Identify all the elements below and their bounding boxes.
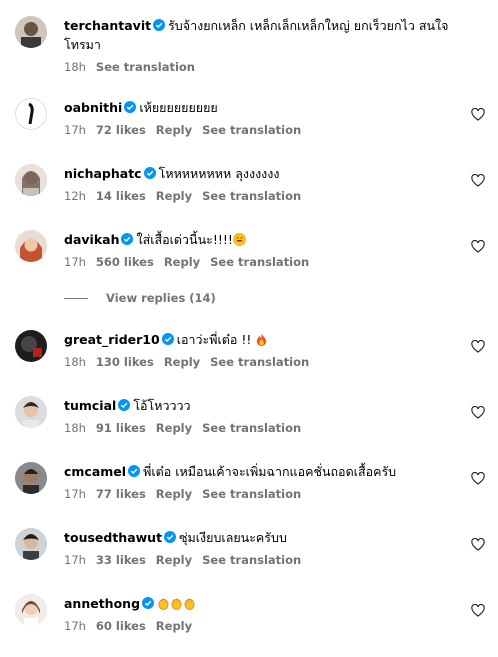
verified-badge-icon [121,233,134,245]
verified-badge-icon [143,167,156,179]
view-replies-label: View replies (14) [106,291,216,305]
heart-icon[interactable] [471,108,485,121]
timestamp: 17h [64,553,86,567]
clap-emoji-group [157,596,196,611]
reply-button[interactable]: Reply [156,553,192,567]
fire-emoji-icon [257,333,267,346]
reply-button[interactable]: Reply [156,619,192,633]
timestamp: 18h [64,421,86,435]
see-translation-button[interactable]: See translation [210,255,309,269]
see-translation-button[interactable]: See translation [202,421,301,435]
avatar[interactable] [15,98,47,130]
clap-emoji-icon [184,598,195,610]
comment-text: โหหหหหหหห ลุงงงงงง [158,166,280,181]
username[interactable]: cmcamel [64,464,126,479]
reply-button[interactable]: Reply [156,189,192,203]
smile-emoji-icon [233,233,246,246]
view-replies-button[interactable]: View replies (14) [64,291,216,305]
heart-icon[interactable] [471,538,485,551]
reply-button[interactable]: Reply [164,255,200,269]
timestamp: 17h [64,255,86,269]
timestamp: 12h [64,189,86,203]
username[interactable]: nichaphatc [64,166,142,181]
likes-count[interactable]: 72 likes [96,123,146,137]
comment-text: โอ้โหวววว [133,398,191,413]
heart-icon[interactable] [471,340,485,353]
verified-badge-icon [124,101,137,113]
reply-button[interactable]: Reply [156,421,192,435]
username[interactable]: davikah [64,232,119,247]
clap-emoji-icon [171,598,182,610]
heart-icon[interactable] [471,174,485,187]
reply-button[interactable]: Reply [164,355,200,369]
likes-count[interactable]: 77 likes [96,487,146,501]
reply-button[interactable]: Reply [156,487,192,501]
avatar[interactable] [15,330,47,362]
avatar[interactable] [15,462,47,494]
see-translation-button[interactable]: See translation [96,60,195,74]
see-translation-button[interactable]: See translation [202,487,301,501]
verified-badge-icon [164,531,177,543]
clap-emoji-icon [158,598,169,610]
heart-icon[interactable] [471,406,485,419]
username[interactable]: great_rider10 [64,332,160,347]
verified-badge-icon [153,19,166,31]
avatar[interactable] [15,528,47,560]
likes-count[interactable]: 560 likes [96,255,154,269]
verified-badge-icon [161,333,174,345]
timestamp: 18h [64,60,86,74]
comment-text: พี่เต๋อ เหมือนเค้าจะเพิ่มฉากแอคชั่นถอดเส… [143,464,397,479]
username[interactable]: tousedthawut [64,530,162,545]
avatar[interactable] [15,594,47,626]
likes-count[interactable]: 33 likes [96,553,146,567]
heart-icon[interactable] [471,604,485,617]
avatar[interactable] [15,396,47,428]
timestamp: 17h [64,619,86,633]
username[interactable]: oabnithi [64,100,122,115]
reply-button[interactable]: Reply [156,123,192,137]
see-translation-button[interactable]: See translation [202,189,301,203]
username[interactable]: annethong [64,596,140,611]
comment-text: เอาว่ะพี่เต๋อ !! [176,332,256,347]
likes-count[interactable]: 130 likes [96,355,154,369]
username[interactable]: tumcial [64,398,116,413]
verified-badge-icon [142,597,155,609]
see-translation-button[interactable]: See translation [210,355,309,369]
verified-badge-icon [128,465,141,477]
see-translation-button[interactable]: See translation [202,553,301,567]
see-translation-button[interactable]: See translation [202,123,301,137]
comment-text: ซุ่มเงียบเลยนะครับบ [179,530,287,545]
avatar[interactable] [15,164,47,196]
likes-count[interactable]: 91 likes [96,421,146,435]
divider [64,298,88,299]
heart-icon[interactable] [471,472,485,485]
verified-badge-icon [118,399,131,411]
avatar[interactable] [15,230,47,262]
username[interactable]: terchantavit [64,18,151,33]
likes-count[interactable]: 14 likes [96,189,146,203]
timestamp: 18h [64,355,86,369]
heart-icon[interactable] [471,240,485,253]
timestamp: 17h [64,123,86,137]
likes-count[interactable]: 60 likes [96,619,146,633]
timestamp: 17h [64,487,86,501]
avatar[interactable] [15,16,47,48]
comment-text: เห้ยยยยยยยยย [139,100,218,115]
comment-text: ใส่เสื้อเด่วนี้นะ!!!! [136,232,233,247]
